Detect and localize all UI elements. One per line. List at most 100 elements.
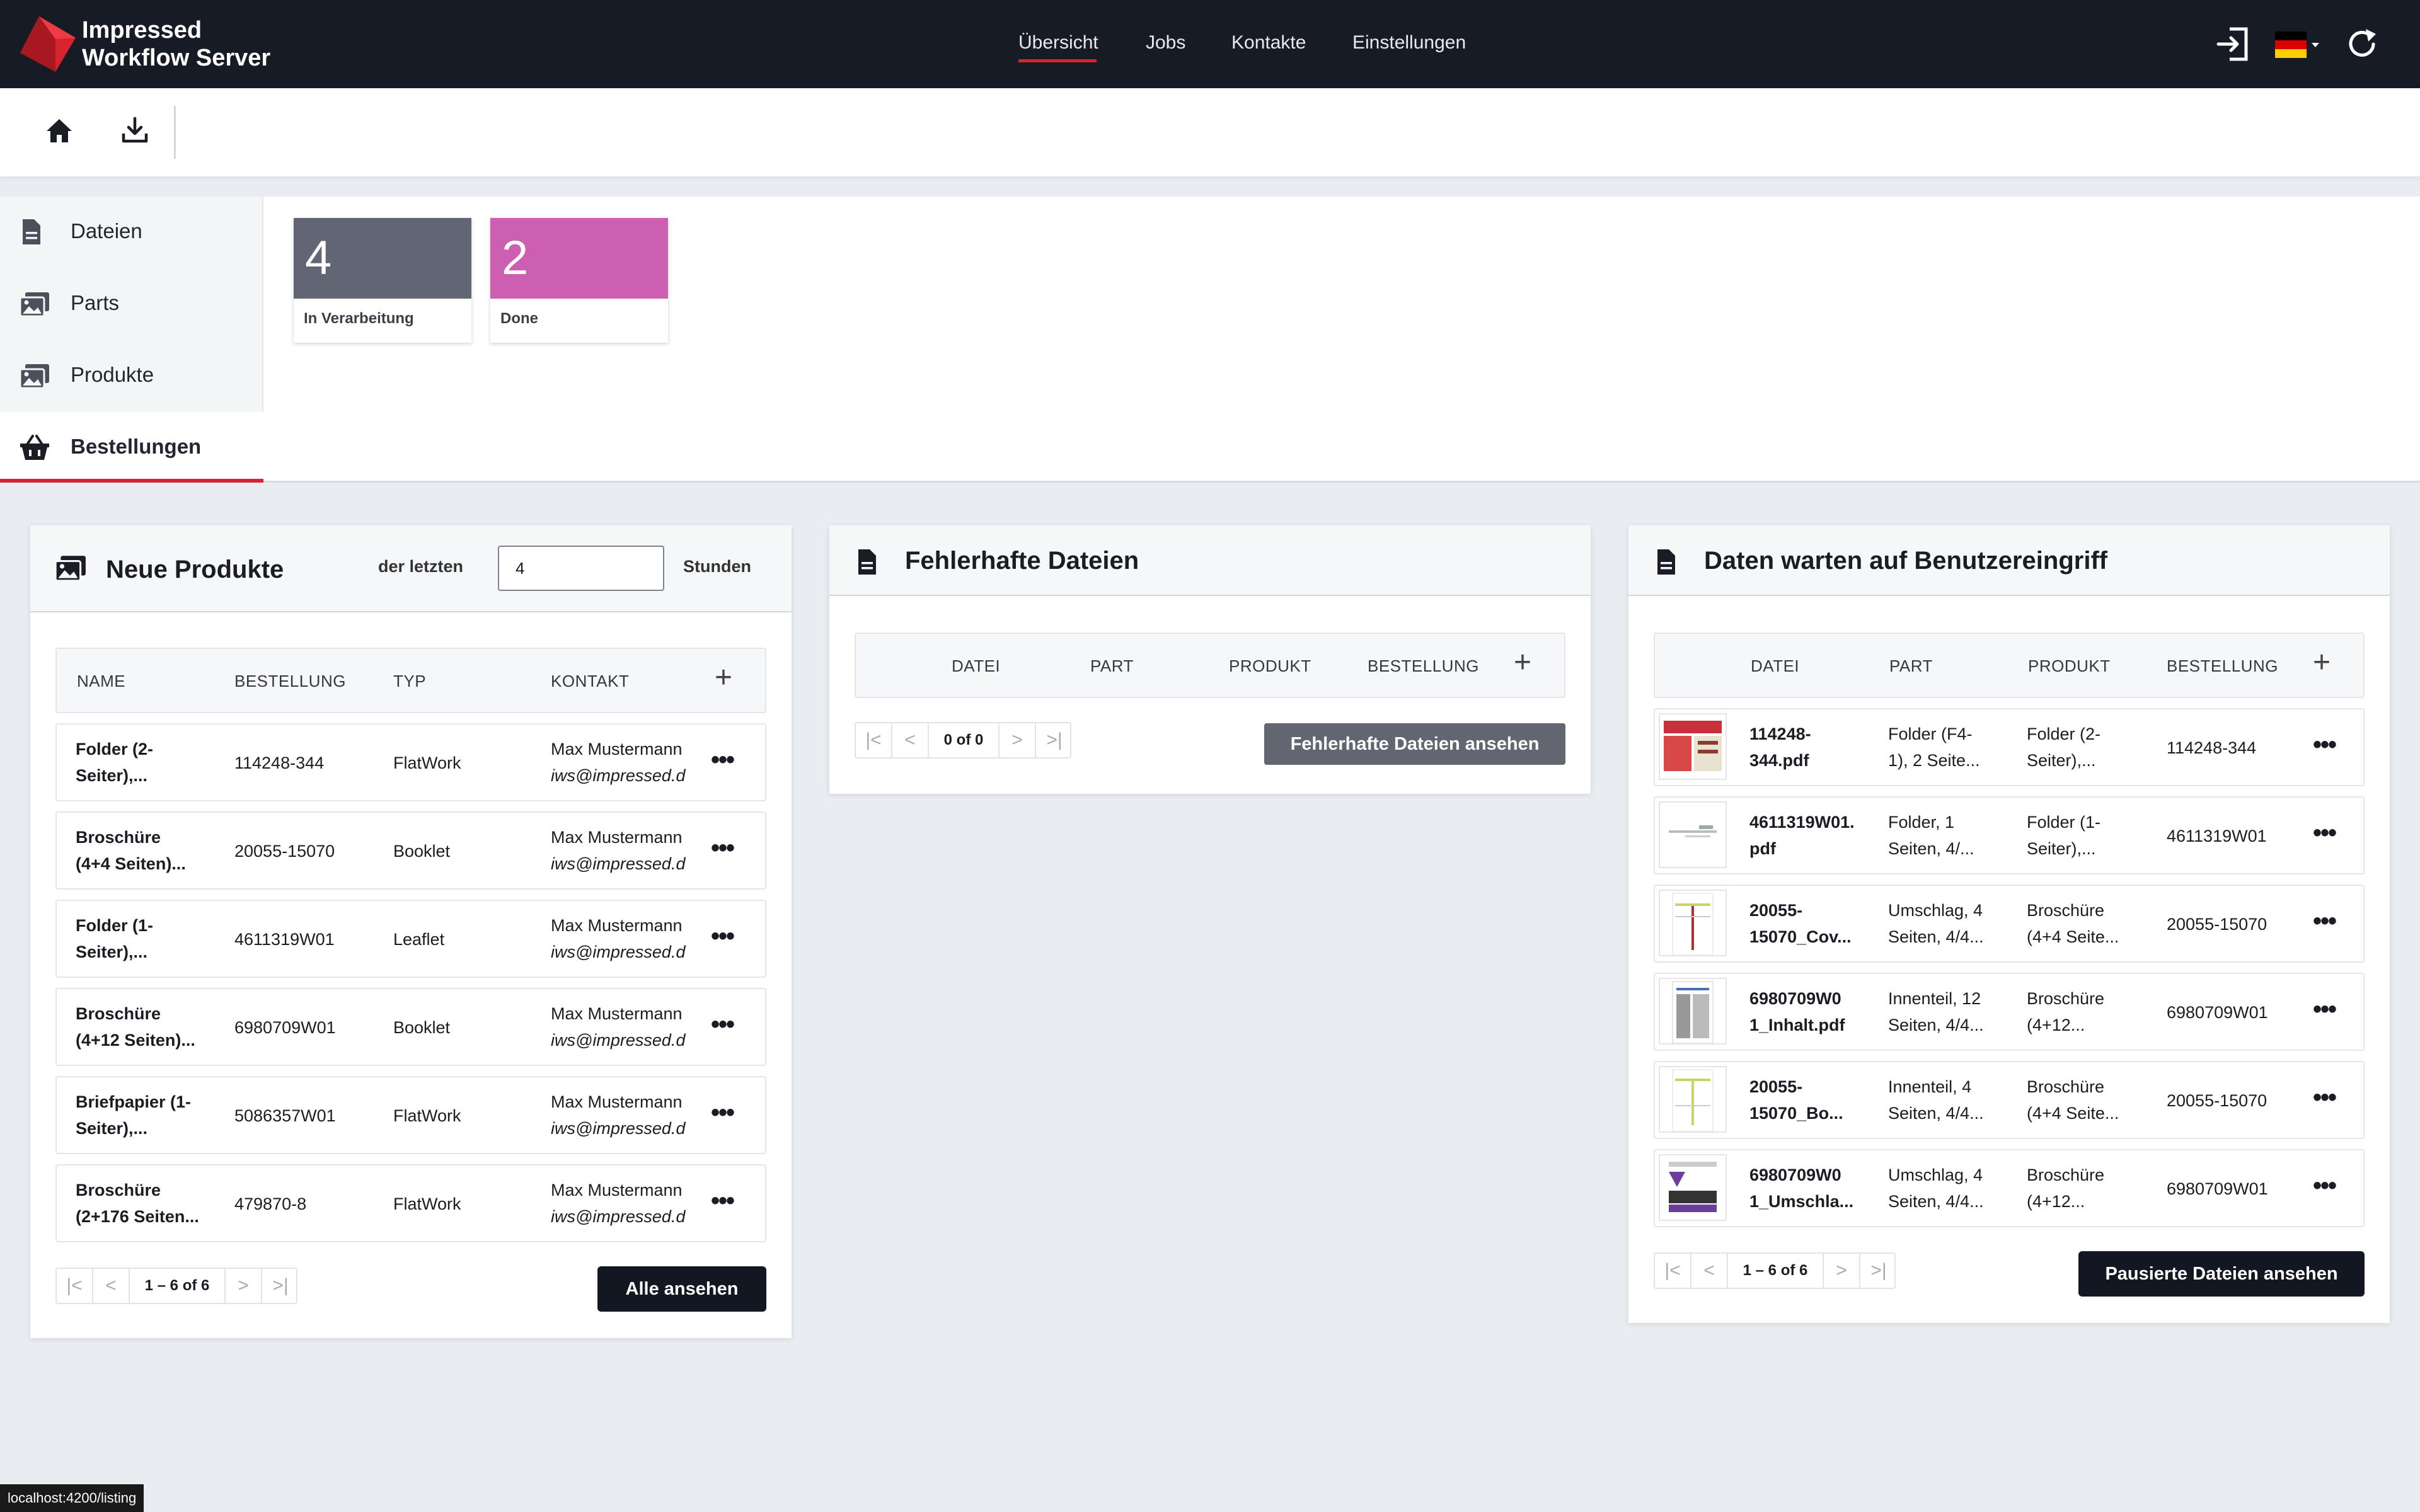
next-page-button[interactable]: > bbox=[1824, 1254, 1860, 1288]
add-column-icon[interactable]: + bbox=[2313, 648, 2331, 678]
table-row[interactable]: Folder (2- Seiter),... 114248-344 FlatWo… bbox=[55, 723, 766, 801]
brand-line-1: Impressed bbox=[82, 17, 202, 43]
more-options-icon[interactable]: ••• bbox=[2313, 732, 2337, 757]
table-row[interactable]: Broschüre (4+4 Seiten)... 20055-15070 Bo… bbox=[55, 811, 766, 890]
column-header-part[interactable]: PART bbox=[1889, 656, 1933, 676]
sidebar-item-dateien[interactable]: Dateien bbox=[0, 197, 263, 267]
sidebar-item-label: Produkte bbox=[71, 363, 154, 386]
stat-card-in-verarbeitung[interactable]: 4 In Verarbeitung bbox=[294, 218, 471, 343]
more-options-icon[interactable]: ••• bbox=[711, 924, 735, 949]
table-row[interactable]: 4611319W01. pdf Folder, 1 Seiten, 4/... … bbox=[1654, 796, 2365, 874]
brand-name: Impressed Workflow Server bbox=[82, 16, 270, 72]
table-row[interactable]: Broschüre (2+176 Seiten... 479870-8 Flat… bbox=[55, 1164, 766, 1242]
stat-card-done[interactable]: 2 Done bbox=[490, 218, 668, 343]
view-paused-files-button[interactable]: Pausierte Dateien ansehen bbox=[2078, 1251, 2365, 1297]
file-icon bbox=[858, 549, 876, 575]
column-header-datei[interactable]: DATEI bbox=[1751, 656, 1799, 676]
file-thumbnail[interactable] bbox=[1659, 890, 1727, 956]
first-page-button[interactable]: |< bbox=[57, 1269, 93, 1303]
product-name-line-1: Broschüre bbox=[76, 1004, 161, 1023]
more-options-icon[interactable]: ••• bbox=[2313, 908, 2337, 934]
column-header-datei[interactable]: DATEI bbox=[952, 656, 1000, 676]
more-options-icon[interactable]: ••• bbox=[2313, 820, 2337, 845]
table-row[interactable]: Briefpapier (1- Seiter),... 5086357W01 F… bbox=[55, 1076, 766, 1154]
nav-jobs[interactable]: Jobs bbox=[1146, 29, 1185, 57]
view-all-button[interactable]: Alle ansehen bbox=[597, 1266, 766, 1312]
add-column-icon[interactable]: + bbox=[715, 663, 732, 693]
nav-einstellungen[interactable]: Einstellungen bbox=[1352, 29, 1466, 57]
column-header-name[interactable]: NAME bbox=[77, 672, 125, 691]
prev-page-button[interactable]: < bbox=[93, 1269, 130, 1303]
column-header-bestellung[interactable]: BESTELLUNG bbox=[1368, 656, 1479, 676]
sidebar-item-bestellungen[interactable]: Bestellungen bbox=[0, 412, 263, 483]
table-row[interactable]: 6980709W0 1_Inhalt.pdf Innenteil, 12 Sei… bbox=[1654, 973, 2365, 1051]
hours-input[interactable] bbox=[498, 546, 664, 591]
file-thumbnail[interactable] bbox=[1659, 978, 1727, 1045]
stat-value: 4 bbox=[305, 231, 332, 285]
column-header-part[interactable]: PART bbox=[1090, 656, 1134, 676]
next-page-button[interactable]: > bbox=[226, 1269, 262, 1303]
add-column-icon[interactable]: + bbox=[1514, 648, 1531, 678]
images-icon bbox=[54, 556, 86, 582]
product-name-line-2: (2+176 Seiten... bbox=[76, 1207, 199, 1226]
last-page-button[interactable]: >| bbox=[1860, 1254, 1897, 1288]
sidebar-item-produkte[interactable]: Produkte bbox=[0, 340, 263, 411]
more-options-icon[interactable]: ••• bbox=[2313, 997, 2337, 1022]
file-name-line-1: 4611319W01. bbox=[1749, 813, 1855, 832]
more-options-icon[interactable]: ••• bbox=[2313, 1085, 2337, 1110]
table-row[interactable]: 20055- 15070_Cov... Umschlag, 4 Seiten, … bbox=[1654, 885, 2365, 963]
part-name-line-1: Umschlag, 4 bbox=[1888, 1166, 1983, 1184]
product-type: FlatWork bbox=[393, 1106, 461, 1125]
table-row[interactable]: Folder (1- Seiter),... 4611319W01 Leafle… bbox=[55, 900, 766, 978]
first-page-button[interactable]: |< bbox=[856, 723, 892, 757]
product-type: Leaflet bbox=[393, 930, 445, 949]
view-faulty-files-button[interactable]: Fehlerhafte Dateien ansehen bbox=[1264, 723, 1565, 765]
refresh-icon[interactable] bbox=[2344, 25, 2380, 63]
file-name-line-2: 1_Inhalt.pdf bbox=[1749, 1016, 1845, 1034]
home-icon[interactable] bbox=[45, 117, 73, 145]
last-page-button[interactable]: >| bbox=[262, 1269, 299, 1303]
column-header-kontakt[interactable]: KONTAKT bbox=[551, 672, 629, 691]
more-options-icon[interactable]: ••• bbox=[711, 747, 735, 772]
more-options-icon[interactable]: ••• bbox=[711, 1188, 735, 1213]
product-name-line-2: (4+4 Seite... bbox=[2027, 1104, 2119, 1123]
sidebar-item-parts[interactable]: Parts bbox=[0, 268, 263, 339]
last-page-button[interactable]: >| bbox=[1036, 723, 1073, 757]
file-thumbnail[interactable] bbox=[1659, 1154, 1727, 1221]
sign-in-icon[interactable] bbox=[2215, 25, 2251, 63]
more-options-icon[interactable]: ••• bbox=[711, 1012, 735, 1037]
file-name: 114248- 344.pdf bbox=[1749, 721, 1876, 774]
column-header-produkt[interactable]: PRODUKT bbox=[2028, 656, 2111, 676]
file-thumbnail[interactable] bbox=[1659, 713, 1727, 780]
file-thumbnail[interactable] bbox=[1659, 1066, 1727, 1133]
order-number: 6980709W01 bbox=[2167, 1179, 2268, 1198]
table-row[interactable]: 114248- 344.pdf Folder (F4- 1), 2 Seite.… bbox=[1654, 708, 2365, 786]
prev-page-button[interactable]: < bbox=[892, 723, 929, 757]
contact-name: Max Mustermann bbox=[551, 1004, 683, 1023]
nav-kontakte[interactable]: Kontakte bbox=[1231, 29, 1306, 57]
part-name-line-2: Seiten, 4/4... bbox=[1888, 1016, 1984, 1034]
table-header: DATEI PART PRODUKT BESTELLUNG + bbox=[855, 633, 1565, 698]
file-thumbnail[interactable] bbox=[1659, 801, 1727, 868]
more-options-icon[interactable]: ••• bbox=[711, 835, 735, 861]
download-icon[interactable] bbox=[121, 116, 149, 145]
table-row[interactable]: 6980709W0 1_Umschla... Umschlag, 4 Seite… bbox=[1654, 1149, 2365, 1227]
column-header-produkt[interactable]: PRODUKT bbox=[1229, 656, 1311, 676]
more-options-icon[interactable]: ••• bbox=[2313, 1173, 2337, 1198]
contact-email: iws@impressed.d bbox=[551, 1119, 686, 1138]
prev-page-button[interactable]: < bbox=[1691, 1254, 1728, 1288]
language-selector[interactable] bbox=[2275, 32, 2320, 59]
table-row[interactable]: 20055- 15070_Bo... Innenteil, 4 Seiten, … bbox=[1654, 1061, 2365, 1139]
column-header-bestellung[interactable]: BESTELLUNG bbox=[234, 672, 346, 691]
german-flag-icon[interactable] bbox=[2275, 32, 2320, 59]
column-header-bestellung[interactable]: BESTELLUNG bbox=[2167, 656, 2278, 676]
sidebar-active-indicator bbox=[0, 479, 263, 483]
nav-uebersicht[interactable]: Übersicht bbox=[1018, 29, 1098, 57]
product-name: Folder (2- Seiter),... bbox=[2027, 721, 2159, 774]
first-page-button[interactable]: |< bbox=[1655, 1254, 1691, 1288]
more-options-icon[interactable]: ••• bbox=[711, 1100, 735, 1125]
file-name-line-1: 20055- bbox=[1749, 901, 1803, 920]
next-page-button[interactable]: > bbox=[1000, 723, 1036, 757]
column-header-typ[interactable]: TYP bbox=[393, 672, 426, 691]
table-row[interactable]: Broschüre (4+12 Seiten)... 6980709W01 Bo… bbox=[55, 988, 766, 1066]
